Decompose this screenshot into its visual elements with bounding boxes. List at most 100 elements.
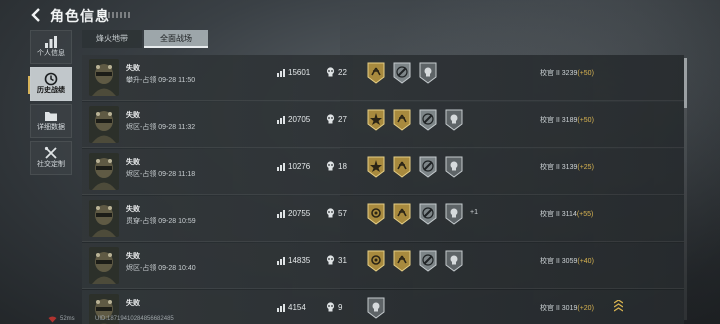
- scrollbar[interactable]: [684, 58, 687, 320]
- gold-star-badge-icon[interactable]: [366, 108, 386, 132]
- score-bars-icon: [277, 163, 285, 171]
- operator-avatar: [89, 200, 119, 237]
- tab-full-battle[interactable]: 全面战场: [144, 30, 208, 48]
- match-result: 失败: [126, 159, 140, 166]
- match-mode-time: 烬区-占领 09-28 11:32: [126, 124, 196, 131]
- tab-warzone[interactable]: 烽火地带: [82, 30, 142, 48]
- rank-delta: (+25): [577, 164, 594, 171]
- sidebar-item-profile[interactable]: 个人信息: [30, 30, 72, 64]
- back-arrow-icon[interactable]: [30, 8, 44, 22]
- match-kills: 9: [338, 303, 343, 312]
- extra-badges-count: +1: [470, 209, 478, 216]
- match-result: 失败: [126, 65, 140, 72]
- match-score: 20705: [288, 115, 311, 124]
- rank-delta: (+40): [577, 258, 594, 265]
- match-history-list: 失败 攀升-占领 09-28 11:50 15601 22 校官 II 3239(+…: [82, 55, 684, 324]
- match-score: 20755: [288, 209, 311, 218]
- match-kills: 22: [338, 68, 347, 77]
- grey-skull-badge-icon[interactable]: [444, 155, 464, 179]
- gold-wreath-badge-icon[interactable]: [366, 249, 386, 273]
- rank-points: 校官 II 3239(+50): [540, 70, 594, 77]
- status-bar: 52ms UID:18719410284856682485: [0, 316, 720, 324]
- rank-chevron-icon: [614, 300, 623, 312]
- rank-points: 校官 II 3114(+55): [540, 211, 594, 218]
- match-kills: 18: [338, 162, 347, 171]
- sidebar-item-label: 详细数据: [37, 124, 65, 131]
- match-result: 失败: [126, 300, 140, 307]
- gold-wreath-badge-icon[interactable]: [366, 202, 386, 226]
- sidebar: 个人信息 历史战绩 详细数据 社交定制: [28, 30, 72, 178]
- bar-chart-icon: [45, 36, 57, 48]
- silver-wrench-badge-icon[interactable]: [418, 108, 438, 132]
- match-kills: 57: [338, 209, 347, 218]
- match-mode-time: 烬区-占领 09-28 11:18: [126, 171, 196, 178]
- score-bars-icon: [277, 257, 285, 265]
- match-score: 14835: [288, 256, 311, 265]
- skull-icon: [326, 208, 335, 218]
- match-score: 10276: [288, 162, 311, 171]
- rank-points: 校官 II 3059(+40): [540, 258, 594, 265]
- title-decoration: [100, 12, 130, 18]
- grey-skull-badge-icon[interactable]: [418, 61, 438, 85]
- match-kills: 31: [338, 256, 347, 265]
- sidebar-item-details[interactable]: 详细数据: [30, 104, 72, 138]
- tools-icon: [44, 146, 57, 159]
- sidebar-item-history[interactable]: 历史战绩: [28, 67, 72, 101]
- skull-icon: [326, 255, 335, 265]
- rank-delta: (+20): [577, 305, 594, 312]
- skull-icon: [326, 302, 335, 312]
- match-mode-time: 攀升-占领 09-28 11:50: [126, 77, 196, 84]
- rank-delta: (+55): [576, 211, 594, 218]
- gold-star-badge-icon[interactable]: [366, 155, 386, 179]
- match-row[interactable]: 失败烬区-占领 09-28 11:18 10276 18 校官 II 3139(+…: [82, 149, 684, 195]
- score-bars-icon: [277, 304, 285, 312]
- grey-skull-badge-icon[interactable]: [444, 249, 464, 273]
- gold-wings-badge-icon[interactable]: [366, 61, 386, 85]
- score-bars-icon: [277, 116, 285, 124]
- operator-avatar: [89, 59, 119, 96]
- sidebar-item-label: 个人信息: [37, 50, 65, 57]
- ping-value: 52ms: [60, 316, 75, 322]
- match-result: 失败: [126, 253, 140, 260]
- user-id: UID:18719410284856682485: [95, 316, 174, 322]
- rank-delta: (+50): [577, 117, 594, 124]
- match-score: 4154: [288, 303, 306, 312]
- skull-icon: [326, 161, 335, 171]
- gold-wings-badge-icon[interactable]: [392, 155, 412, 179]
- rank-points: 校官 II 3189(+50): [540, 117, 594, 124]
- match-row[interactable]: 失败烬区-占领 09-28 10:40 14835 31 校官 II 3059(+…: [82, 243, 684, 289]
- gold-wings-badge-icon[interactable]: [392, 202, 412, 226]
- header: 角色信息: [0, 0, 720, 30]
- silver-wrench-badge-icon[interactable]: [392, 61, 412, 85]
- silver-wrench-badge-icon[interactable]: [418, 155, 438, 179]
- gold-wings-badge-icon[interactable]: [392, 249, 412, 273]
- silver-wrench-badge-icon[interactable]: [418, 249, 438, 273]
- sidebar-item-label: 历史战绩: [37, 87, 65, 94]
- scrollbar-thumb[interactable]: [684, 58, 687, 108]
- skull-icon: [326, 67, 335, 77]
- grey-skull-badge-icon[interactable]: [444, 108, 464, 132]
- match-score: 15601: [288, 68, 311, 77]
- active-indicator: [28, 76, 30, 94]
- silver-wrench-badge-icon[interactable]: [418, 202, 438, 226]
- folder-icon: [45, 112, 57, 121]
- match-result: 失败: [126, 206, 140, 213]
- operator-avatar: [89, 106, 119, 143]
- wifi-icon: [48, 316, 57, 323]
- rank-points: 校官 II 3019(+20): [540, 305, 594, 312]
- match-row[interactable]: 失败贯穿-占领 09-28 10:59 20755 57 +1 校官 II 3114…: [82, 196, 684, 242]
- sidebar-item-social[interactable]: 社交定制: [30, 141, 72, 175]
- sidebar-item-label: 社交定制: [37, 161, 65, 168]
- match-mode-time: 烬区-占领 09-28 10:40: [126, 265, 196, 272]
- grey-skull-badge-icon[interactable]: [444, 202, 464, 226]
- match-row[interactable]: 失败攀升-占领 09-28 11:50 15601 22 校官 II 3239(+…: [82, 55, 684, 101]
- rank-delta: (+50): [577, 70, 594, 77]
- operator-avatar: [89, 247, 119, 284]
- operator-avatar: [89, 153, 119, 190]
- match-result: 失败: [126, 112, 140, 119]
- gold-wings-badge-icon[interactable]: [392, 108, 412, 132]
- match-row[interactable]: 失败烬区-占领 09-28 11:32 20705 27 校官 II 3189(+…: [82, 102, 684, 148]
- match-kills: 27: [338, 115, 347, 124]
- rank-points: 校官 II 3139(+25): [540, 164, 594, 171]
- match-mode-time: 贯穿-占领 09-28 10:59: [126, 218, 196, 225]
